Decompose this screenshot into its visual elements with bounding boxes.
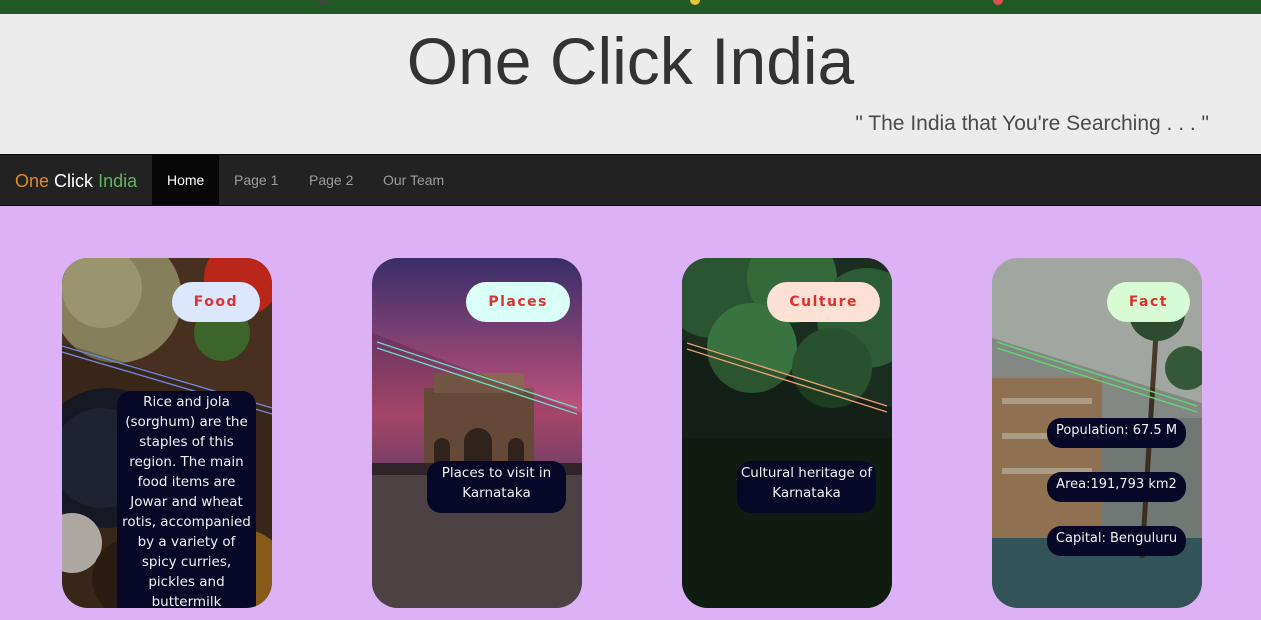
- nav-item-home[interactable]: Home: [152, 155, 220, 205]
- brand-word-one: One: [15, 171, 50, 191]
- tag-places[interactable]: Places: [466, 282, 570, 322]
- food-card[interactable]: Food Rice and jola (sorghum) are the sta…: [62, 258, 272, 608]
- brand-word-india: India: [98, 171, 138, 191]
- brand-word-click: Click: [54, 171, 94, 191]
- tag-food[interactable]: Food: [171, 282, 260, 322]
- places-card[interactable]: Places Places to visit in Karnataka: [372, 258, 582, 608]
- site-tagline: " The India that You're Searching . . . …: [855, 112, 1209, 135]
- hero-header: One Click India " The India that You're …: [0, 14, 1261, 154]
- navbar-brand[interactable]: One Click India: [15, 171, 137, 192]
- culture-card[interactable]: Culture Cultural heritage of Karnataka: [682, 258, 892, 608]
- culture-description: Cultural heritage of Karnataka: [737, 461, 876, 513]
- top-strip: [0, 0, 1261, 14]
- navbar: One Click India Home Page 1 Page 2 Our T…: [0, 154, 1261, 206]
- fact-population: Population: 67.5 M: [1047, 418, 1186, 448]
- tag-fact[interactable]: Fact: [1106, 282, 1190, 322]
- site-title: One Click India: [406, 24, 855, 98]
- nav-item-page-2[interactable]: Page 2: [294, 155, 368, 205]
- fact-card[interactable]: Fact Population: 67.5 M Area:191,793 km2…: [992, 258, 1202, 608]
- nav-item-our-team[interactable]: Our Team: [368, 155, 459, 205]
- places-description: Places to visit in Karnataka: [427, 461, 566, 513]
- food-description: Rice and jola (sorghum) are the staples …: [117, 391, 256, 608]
- fact-area: Area:191,793 km2: [1047, 472, 1186, 502]
- tag-culture[interactable]: Culture: [767, 282, 880, 322]
- nav-item-page-1[interactable]: Page 1: [219, 155, 293, 205]
- fact-capital: Capital: Benguluru: [1047, 526, 1186, 556]
